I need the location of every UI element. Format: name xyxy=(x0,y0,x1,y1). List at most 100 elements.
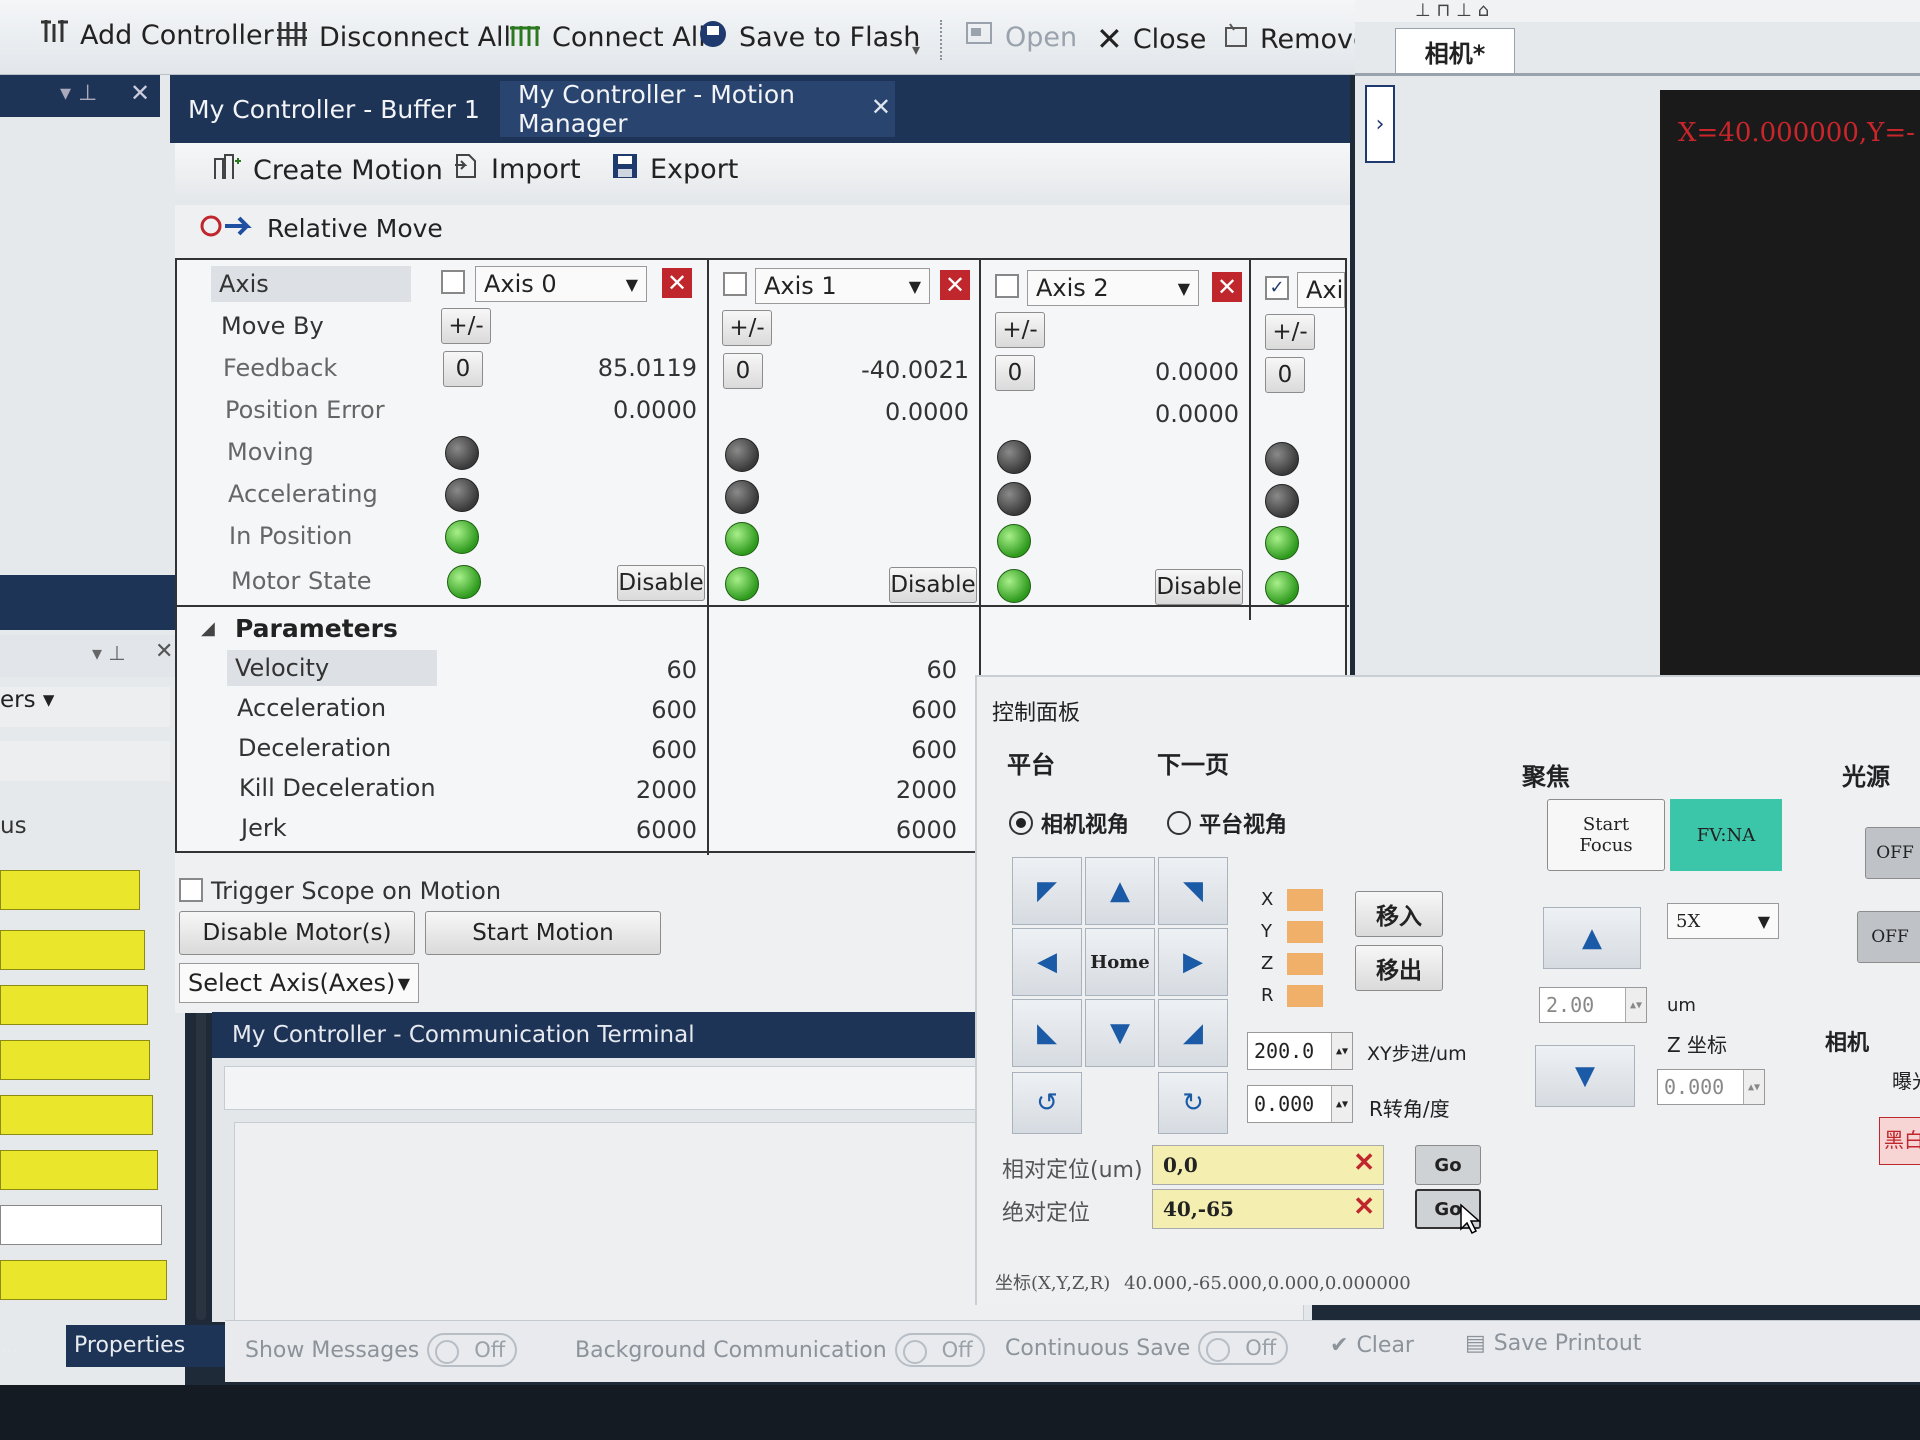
axis-0-select[interactable]: Axis 0 ▼ xyxy=(475,266,647,302)
light-off-button-1[interactable]: OFF xyxy=(1865,827,1920,879)
start-motion-button[interactable]: Start Motion xyxy=(425,911,661,955)
save-printout-button[interactable]: ▤ Save Printout xyxy=(1465,1331,1641,1356)
xy-step-input[interactable]: 200.0 ▲▼ xyxy=(1247,1032,1353,1070)
continuous-save-toggle[interactable]: Off xyxy=(1198,1331,1289,1365)
trigger-scope-checkbox[interactable] xyxy=(179,878,203,902)
axis-0-remove-button[interactable]: ✕ xyxy=(662,268,692,298)
param-deceleration-axis-0[interactable]: 600 xyxy=(507,736,697,764)
axis-0-zero-button[interactable]: 0 xyxy=(443,351,483,387)
axis-0-move-by-button[interactable]: +/- xyxy=(441,308,491,344)
relative-position-input[interactable]: 0,0 ✕ xyxy=(1152,1145,1384,1185)
open-button[interactable]: Open xyxy=(965,20,1077,55)
tab-buffer[interactable]: My Controller - Buffer 1 xyxy=(188,89,480,129)
absolute-position-input[interactable]: 40,-65 ✕ xyxy=(1152,1189,1384,1229)
r-rotation-input[interactable]: 0.000 ▲▼ xyxy=(1247,1085,1353,1123)
jog-down-left-button[interactable]: ◣ xyxy=(1012,999,1082,1067)
axis-1-move-by-button[interactable]: +/- xyxy=(722,310,772,346)
param-acceleration-axis-1[interactable]: 600 xyxy=(777,696,957,724)
pin-icon-2[interactable]: ▾ ⊥ xyxy=(92,641,126,665)
axis-3-zero-button[interactable]: 0 xyxy=(1265,357,1305,393)
z-coordinate-input[interactable]: 0.000 ▲▼ xyxy=(1657,1069,1765,1105)
axis-0-checkbox[interactable] xyxy=(441,270,465,294)
axis-2-disable-button[interactable]: Disable xyxy=(1155,569,1243,605)
axis-2-checkbox[interactable] xyxy=(995,274,1019,298)
pin-icon[interactable]: ▾ ⊥ xyxy=(60,81,97,106)
axis-1-zero-button[interactable]: 0 xyxy=(723,353,763,389)
filter-combo-2[interactable] xyxy=(0,741,170,781)
axis-1-remove-button[interactable]: ✕ xyxy=(940,270,970,300)
background-comm-toggle[interactable]: Off xyxy=(894,1333,985,1367)
add-controller-button[interactable]: Add Controller xyxy=(38,16,274,55)
camera-view-radio[interactable]: 相机视角 xyxy=(1009,807,1129,839)
z-down-button[interactable]: ▼ xyxy=(1535,1045,1635,1107)
platform-view-radio[interactable]: 平台视角 xyxy=(1167,807,1287,839)
home-button[interactable]: Home xyxy=(1085,928,1155,996)
axis-3-select[interactable]: Axi xyxy=(1297,272,1345,308)
select-axis-dropdown[interactable]: Select Axis(Axes) ▼ xyxy=(179,963,419,1003)
toolbar-overflow-icon[interactable]: ▾ xyxy=(912,40,920,59)
tab-camera[interactable]: 相机* xyxy=(1395,28,1515,74)
jog-down-right-button[interactable]: ◢ xyxy=(1158,999,1228,1067)
axis-2-remove-button[interactable]: ✕ xyxy=(1212,272,1242,302)
axis-2-move-by-button[interactable]: +/- xyxy=(995,312,1045,348)
panel-close-icon[interactable]: ✕ xyxy=(130,79,150,107)
zoom-select[interactable]: 5X ▼ xyxy=(1667,903,1779,939)
param-jerk-axis-0[interactable]: 6000 xyxy=(507,816,697,844)
remove-button[interactable]: Remove xyxy=(1222,22,1370,57)
param-jerk-axis-1[interactable]: 6000 xyxy=(777,816,957,844)
jog-right-button[interactable]: ▶ xyxy=(1158,928,1228,996)
expand-panel-button[interactable]: › xyxy=(1365,85,1395,163)
tab-platform[interactable]: 平台 xyxy=(1007,745,1055,780)
import-button[interactable]: Import xyxy=(451,151,581,188)
filter-combo[interactable]: ers ▾ xyxy=(0,687,170,727)
jog-down-button[interactable]: ▼ xyxy=(1085,999,1155,1067)
show-messages-toggle[interactable]: Off xyxy=(427,1333,518,1367)
axis-1-select[interactable]: Axis 1 ▼ xyxy=(755,268,930,304)
clear-absolute-icon[interactable]: ✕ xyxy=(1353,1192,1375,1222)
param-acceleration-axis-0[interactable]: 600 xyxy=(507,696,697,724)
axis-1-disable-button[interactable]: Disable xyxy=(889,567,977,603)
param-velocity-axis-0[interactable]: 60 xyxy=(507,656,697,684)
save-to-flash-button[interactable]: Save to Flash xyxy=(697,18,920,57)
tab-motion-manager[interactable]: My Controller - Motion Manager ✕ xyxy=(500,80,895,138)
param-deceleration-axis-1[interactable]: 600 xyxy=(777,736,957,764)
left-tab-dots[interactable]: ... xyxy=(0,1333,19,1357)
rotate-cw-button[interactable]: ↻ xyxy=(1158,1072,1228,1134)
clear-button[interactable]: ✔ Clear xyxy=(1330,1333,1414,1358)
jog-up-right-button[interactable]: ◥ xyxy=(1158,857,1228,925)
axis-3-checkbox[interactable]: ✓ xyxy=(1265,276,1289,300)
panel-close-icon-2[interactable]: ✕ xyxy=(155,639,173,664)
camera-view[interactable]: X=40.000000,Y=- xyxy=(1660,90,1920,680)
disconnect-all-button[interactable]: Disconnect All xyxy=(275,18,511,57)
properties-tab[interactable]: Properties xyxy=(66,1325,226,1367)
axis-2-select[interactable]: Axis 2 ▼ xyxy=(1027,270,1199,306)
axis-2-zero-button[interactable]: 0 xyxy=(995,355,1035,391)
axis-0-disable-button[interactable]: Disable xyxy=(617,565,705,601)
start-focus-button[interactable]: Start Focus xyxy=(1547,799,1665,871)
tab-next-page[interactable]: 下一页 xyxy=(1157,745,1229,780)
move-in-button[interactable]: 移入 xyxy=(1355,891,1443,937)
jog-up-button[interactable]: ▲ xyxy=(1085,857,1155,925)
param-kill-deceleration-axis-0[interactable]: 2000 xyxy=(507,776,697,804)
z-up-button[interactable]: ▲ xyxy=(1543,907,1641,969)
move-out-button[interactable]: 移出 xyxy=(1355,945,1443,991)
light-off-button-2[interactable]: OFF xyxy=(1857,911,1920,963)
param-velocity-axis-1[interactable]: 60 xyxy=(777,656,957,684)
disable-motors-button[interactable]: Disable Motor(s) xyxy=(179,911,415,955)
export-button[interactable]: Export xyxy=(610,151,738,188)
axis-3-move-by-button[interactable]: +/- xyxy=(1265,314,1315,350)
parameters-collapse-icon[interactable]: ◢ xyxy=(201,618,215,639)
black-white-button[interactable]: 黑白 xyxy=(1879,1117,1920,1165)
jog-left-button[interactable]: ◀ xyxy=(1012,928,1082,996)
tab-close-icon[interactable]: ✕ xyxy=(871,93,891,121)
clear-relative-icon[interactable]: ✕ xyxy=(1353,1148,1375,1178)
relative-go-button[interactable]: Go xyxy=(1415,1145,1481,1185)
param-kill-deceleration-axis-1[interactable]: 2000 xyxy=(777,776,957,804)
axis-1-checkbox[interactable] xyxy=(723,272,747,296)
z-step-input[interactable]: 2.00 ▲▼ xyxy=(1539,987,1647,1023)
create-motion-button[interactable]: Create Motion xyxy=(211,151,443,190)
close-button[interactable]: ✕ Close xyxy=(1096,20,1206,58)
jog-up-left-button[interactable]: ◤ xyxy=(1012,857,1082,925)
rotate-ccw-button[interactable]: ↺ xyxy=(1012,1072,1082,1134)
connect-all-button[interactable]: Connect All xyxy=(508,18,706,57)
